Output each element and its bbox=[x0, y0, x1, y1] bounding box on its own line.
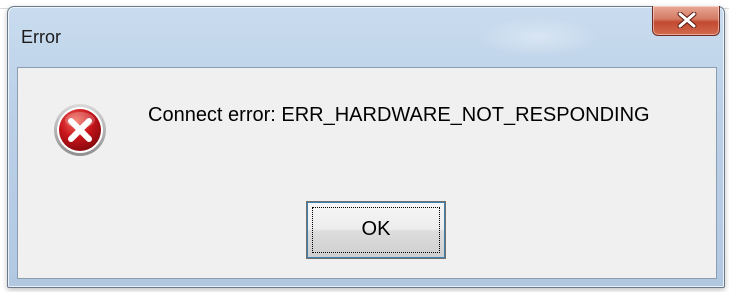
error-icon bbox=[54, 104, 106, 156]
ok-button[interactable]: OK bbox=[306, 201, 446, 259]
title-bar[interactable]: Error bbox=[8, 6, 724, 67]
ok-button-label: OK bbox=[361, 218, 391, 240]
close-button[interactable] bbox=[652, 6, 720, 36]
dialog-content: Connect error: ERR_HARDWARE_NOT_RESPONDI… bbox=[17, 67, 717, 279]
close-icon bbox=[677, 12, 697, 28]
window-title: Error bbox=[21, 27, 61, 47]
error-message: Connect error: ERR_HARDWARE_NOT_RESPONDI… bbox=[148, 104, 650, 126]
error-dialog-window: Error Connect error: ERR_HARDWARE_NOT_RE… bbox=[7, 6, 725, 288]
